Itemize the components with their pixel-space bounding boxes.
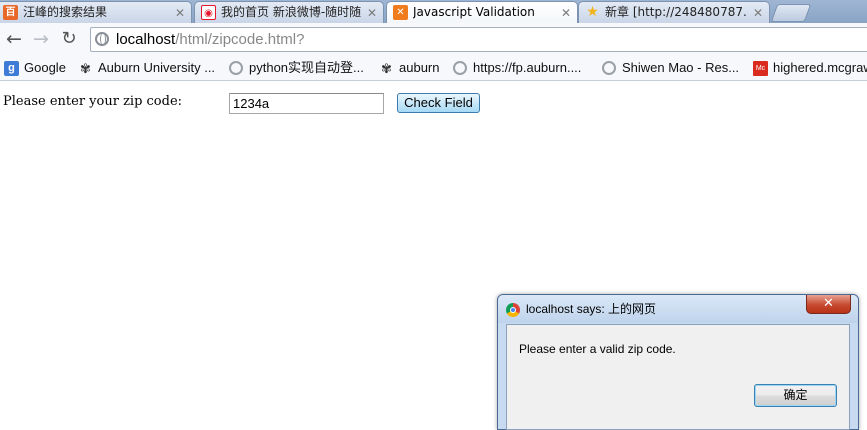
dialog-message: Please enter a valid zip code. <box>519 342 676 356</box>
bookmark-label: Auburn University ... <box>98 60 216 75</box>
new-tab-button[interactable] <box>770 4 812 22</box>
tab-title: 新章 [http://248480787.q <box>605 5 747 19</box>
close-icon[interactable]: ✕ <box>175 3 185 23</box>
bookmark-label: highered.mcgraw <box>773 60 867 75</box>
tab-baidu-search[interactable]: 百 汪峰的搜索结果 ✕ <box>0 1 192 23</box>
close-icon[interactable]: ✕ <box>367 3 377 23</box>
bookmark-python[interactable]: python实现自动登... <box>229 59 364 77</box>
ok-button[interactable]: 确定 <box>754 384 837 407</box>
reload-icon[interactable]: ↻ <box>58 28 80 50</box>
tab-qzone[interactable]: ★ 新章 [http://248480787.q ✕ <box>578 1 770 23</box>
tab-weibo[interactable]: ◉ 我的首页 新浪微博-随时随 ✕ <box>194 1 384 23</box>
close-icon[interactable]: ✕ <box>753 3 763 23</box>
bookmark-auburn[interactable]: ✾ auburn <box>379 59 439 77</box>
globe-icon <box>453 61 467 75</box>
zip-code-input[interactable] <box>229 93 384 114</box>
globe-icon <box>229 61 243 75</box>
weibo-icon: ◉ <box>201 5 216 20</box>
bookmark-label: auburn <box>399 60 440 75</box>
tab-javascript-validation[interactable]: ✕ Javascript Validation ✕ <box>386 1 578 23</box>
bookmark-auburn-university[interactable]: ✾ Auburn University ... <box>78 59 215 77</box>
url-host: localhost <box>116 31 176 48</box>
dialog-title: localhost says: 上的网页 <box>526 302 657 316</box>
bookmark-google[interactable]: g Google <box>4 59 66 77</box>
url-path: /html/zipcode.html? <box>175 31 305 48</box>
google-icon: g <box>4 61 19 76</box>
dialog-body: Please enter a valid zip code. 确定 <box>506 324 850 430</box>
paw-icon: ✾ <box>381 61 392 76</box>
baidu-icon: 百 <box>3 5 18 20</box>
globe-icon <box>95 32 109 46</box>
bookmark-shiwen-mao[interactable]: Shiwen Mao - Res... <box>602 59 739 77</box>
zip-prompt-label: Please enter your zip code: <box>3 94 183 109</box>
bookmark-label: python实现自动登... <box>249 60 364 75</box>
tab-title: Javascript Validation <box>413 5 535 19</box>
url-text[interactable]: localhost/html/zipcode.html? <box>116 29 304 50</box>
bookmark-label: Shiwen Mao - Res... <box>622 60 740 75</box>
close-icon[interactable]: ✕ <box>561 3 571 23</box>
bookmark-mcgraw[interactable]: Mc highered.mcgraw <box>753 59 867 77</box>
address-bar[interactable]: localhost/html/zipcode.html? <box>90 27 867 52</box>
check-field-button[interactable]: Check Field <box>397 93 480 113</box>
star-icon: ★ <box>586 4 599 20</box>
mcgraw-icon: Mc <box>753 61 768 76</box>
browser-window: 百 汪峰的搜索结果 ✕ ◉ 我的首页 新浪微博-随时随 ✕ ✕ Javascri… <box>0 0 867 430</box>
forward-arrow-icon[interactable]: → <box>30 28 52 50</box>
toolbar: ← → ↻ localhost/html/zipcode.html? <box>0 23 867 56</box>
tab-strip: 百 汪峰的搜索结果 ✕ ◉ 我的首页 新浪微博-随时随 ✕ ✕ Javascri… <box>0 0 867 23</box>
tab-title: 我的首页 新浪微博-随时随 <box>221 5 361 19</box>
bookmark-label: https://fp.auburn.... <box>473 60 582 75</box>
back-arrow-icon[interactable]: ← <box>3 28 25 50</box>
alert-dialog: localhost says: 上的网页 ✕ Please enter a va… <box>497 294 859 430</box>
bookmark-fp-auburn[interactable]: https://fp.auburn.... <box>453 59 581 77</box>
globe-icon <box>602 61 616 75</box>
dialog-titlebar[interactable]: localhost says: 上的网页 ✕ <box>498 295 858 323</box>
xampp-icon: ✕ <box>393 5 408 20</box>
bookmarks-bar: g Google ✾ Auburn University ... python实… <box>0 56 867 81</box>
paw-icon: ✾ <box>80 61 91 76</box>
chrome-icon <box>506 303 520 317</box>
bookmark-label: Google <box>24 60 66 75</box>
tab-title: 汪峰的搜索结果 <box>23 5 108 19</box>
close-button[interactable]: ✕ <box>806 295 851 314</box>
